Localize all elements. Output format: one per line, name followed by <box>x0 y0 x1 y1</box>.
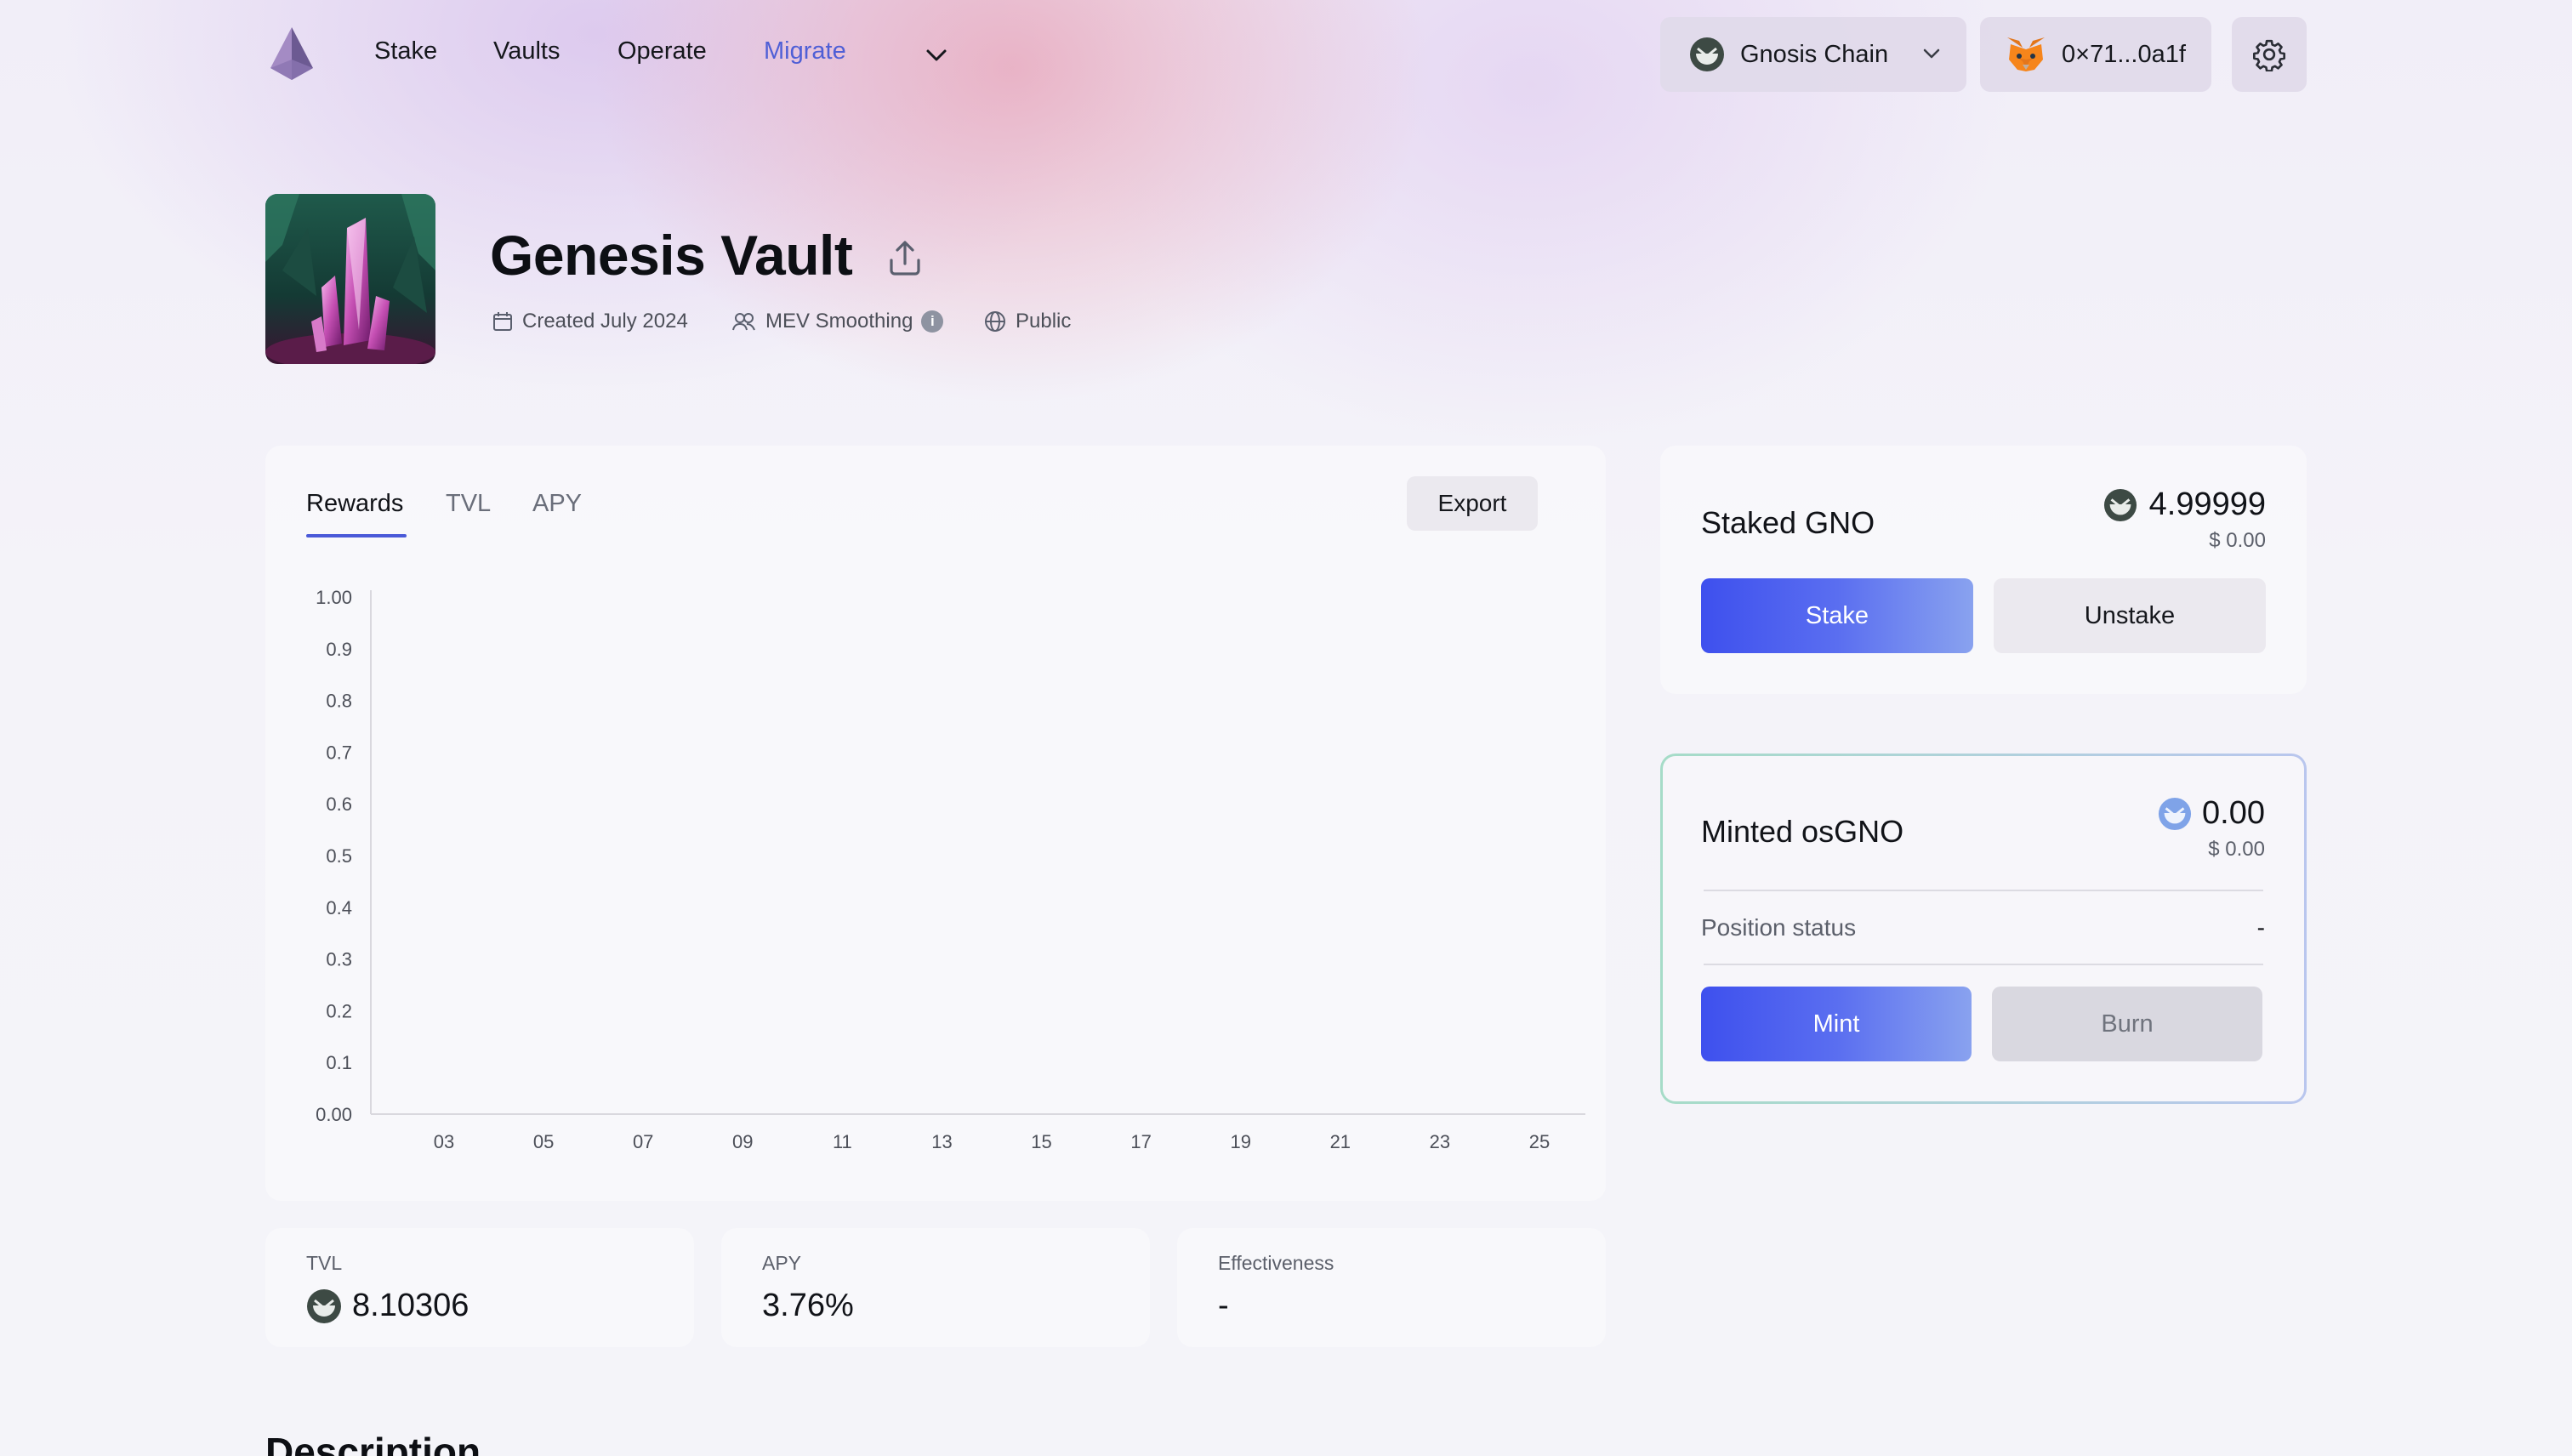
x-tick-label: 03 <box>434 1131 454 1152</box>
metamask-fox-icon <box>2007 37 2045 71</box>
stat-apy-value: 3.76% <box>762 1288 854 1323</box>
y-tick-label: 0.5 <box>326 845 352 867</box>
stakewise-logo-icon[interactable] <box>267 26 316 82</box>
x-tick-label: 13 <box>931 1131 952 1152</box>
x-tick-label: 19 <box>1230 1131 1250 1152</box>
y-tick-label: 0.9 <box>326 639 352 660</box>
y-tick-label: 0.8 <box>326 691 352 712</box>
y-tick-label: 0.2 <box>326 1000 352 1021</box>
vault-visibility-text: Public <box>1016 310 1072 333</box>
vault-feature-meta: MEV Smoothing i <box>731 310 944 333</box>
staked-usd: $ 0.00 <box>2209 529 2266 552</box>
staked-amount: 4.99999 <box>2148 486 2266 522</box>
y-tick-label: 0.1 <box>326 1052 352 1073</box>
staked-gno-card: Staked GNO 4.99999 $ 0.00 Stake Unstake <box>1660 446 2307 694</box>
x-tick-label: 25 <box>1529 1131 1550 1152</box>
vault-created-text: Created July 2024 <box>522 310 688 333</box>
minted-osgno-card: Minted osGNO 0.00 $ 0.00 Position status… <box>1660 754 2307 1104</box>
nav-link-migrate[interactable]: Migrate <box>764 37 846 65</box>
more-menu-chevron-down-icon[interactable] <box>924 43 949 68</box>
stat-apy-label: APY <box>762 1252 802 1274</box>
description-heading: Description <box>265 1430 481 1456</box>
osgno-token-icon <box>2158 797 2192 830</box>
unstake-button[interactable]: Unstake <box>1994 578 2266 653</box>
mint-button[interactable]: Mint <box>1701 987 1972 1061</box>
y-tick-label: 0.00 <box>316 1104 352 1125</box>
chain-selector-button[interactable]: Gnosis Chain <box>1660 17 1966 92</box>
staked-title: Staked GNO <box>1701 505 1875 540</box>
stat-effectiveness-value: - <box>1218 1288 1229 1323</box>
y-tick-label: 0.3 <box>326 949 352 970</box>
calendar-icon <box>493 312 512 331</box>
minted-amount-row: 0.00 <box>2158 795 2265 832</box>
burn-button[interactable]: Burn <box>1992 987 2262 1061</box>
stat-tvl-value-row: 8.10306 <box>306 1288 469 1324</box>
x-tick-label: 07 <box>633 1131 653 1152</box>
chart-card: Rewards TVL APY Export 1.00 0.9 0.8 0.7 0.6 0… <box>265 446 1606 1201</box>
y-tick-label: 1.00 <box>316 587 352 608</box>
stat-card-effectiveness: Effectiveness - <box>1177 1228 1606 1347</box>
gno-token-icon <box>307 1288 341 1323</box>
divider <box>1704 964 2263 965</box>
vault-visibility-meta: Public <box>983 310 1071 333</box>
x-tick-label: 17 <box>1130 1131 1151 1152</box>
divider <box>1704 890 2263 891</box>
chevron-down-icon <box>1923 48 1940 59</box>
share-icon[interactable] <box>885 238 925 279</box>
wallet-button[interactable]: 0×71...0a1f <box>1980 17 2211 92</box>
chain-label: Gnosis Chain <box>1740 40 1889 68</box>
settings-button[interactable] <box>2232 17 2307 92</box>
y-tick-label: 0.7 <box>326 742 352 763</box>
stat-card-apy: APY 3.76% <box>721 1228 1150 1347</box>
vault-feature-text: MEV Smoothing <box>765 310 913 333</box>
minted-title: Minted osGNO <box>1701 814 1904 849</box>
stat-tvl-value: 8.10306 <box>352 1288 469 1323</box>
gno-token-icon <box>2103 488 2137 521</box>
x-tick-label: 05 <box>533 1131 554 1152</box>
info-icon[interactable]: i <box>921 310 944 333</box>
gnosis-chain-icon <box>1690 37 1724 71</box>
x-tick-label: 15 <box>1031 1131 1051 1152</box>
minted-amount: 0.00 <box>2202 795 2265 831</box>
vault-avatar-image <box>265 194 435 364</box>
y-tick-label: 0.6 <box>326 793 352 815</box>
users-icon <box>732 313 755 331</box>
stat-effectiveness-label: Effectiveness <box>1218 1252 1334 1274</box>
y-tick-label: 0.4 <box>326 897 352 919</box>
x-tick-label: 23 <box>1430 1131 1450 1152</box>
nav-link-operate[interactable]: Operate <box>617 37 707 65</box>
minted-usd: $ 0.00 <box>2208 838 2265 861</box>
wallet-address: 0×71...0a1f <box>2062 40 2186 68</box>
stat-card-tvl: TVL 8.10306 <box>265 1228 694 1347</box>
rewards-chart: 1.00 0.9 0.8 0.7 0.6 0.5 0.4 0.3 0.2 0.1 0.00 03 05 0… <box>316 587 1585 1152</box>
stat-tvl-label: TVL <box>306 1252 343 1274</box>
nav-link-vaults[interactable]: Vaults <box>493 37 560 65</box>
x-tick-label: 11 <box>833 1131 852 1152</box>
stake-button[interactable]: Stake <box>1701 578 1973 653</box>
position-status-value: - <box>2256 914 2265 941</box>
vault-created-meta: Created July 2024 <box>492 310 688 333</box>
globe-icon <box>985 311 1005 332</box>
nav-link-stake[interactable]: Stake <box>374 37 437 65</box>
x-tick-label: 21 <box>1330 1131 1351 1152</box>
staked-amount-row: 4.99999 <box>2103 486 2266 523</box>
gear-icon <box>2253 39 2285 71</box>
x-tick-label: 09 <box>732 1131 753 1152</box>
vault-title: Genesis Vault <box>490 224 853 287</box>
position-status-label: Position status <box>1701 914 1857 941</box>
